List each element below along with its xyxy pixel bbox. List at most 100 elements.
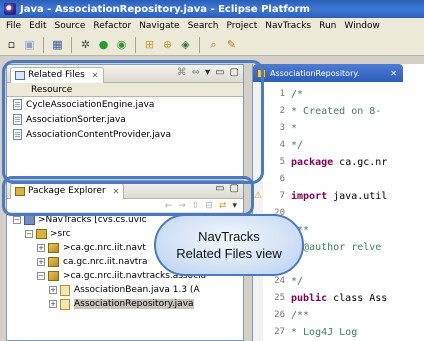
related-files-view-icon: [15, 70, 25, 80]
forward-icon[interactable]: →: [178, 201, 186, 211]
menu-run[interactable]: Run: [315, 21, 340, 31]
collapse-icon[interactable]: ⌘: [177, 67, 187, 78]
code-line[interactable]: 25 public class Ass: [263, 290, 387, 306]
line-number: 7: [279, 191, 285, 201]
search-icon[interactable]: ⌕: [206, 37, 221, 52]
code-line[interactable]: 26 /**: [263, 307, 309, 323]
related-files-tab[interactable]: Related Files ✕: [10, 66, 104, 83]
close-icon[interactable]: ✕: [390, 69, 397, 78]
package-explorer-tab[interactable]: Package Explorer ✕: [10, 182, 125, 199]
file-name: CycleAssociationEngine.java: [26, 99, 155, 110]
list-item[interactable]: CycleAssociationEngine.java: [7, 97, 243, 112]
external-tools-icon[interactable]: ◉: [114, 37, 129, 52]
new-icon[interactable]: ▫: [4, 37, 19, 52]
open-type-icon[interactable]: ◈: [178, 37, 193, 52]
file-icon: [13, 129, 22, 140]
expand-toggle-icon[interactable]: +: [49, 286, 57, 294]
callout-line-2: Related Files view: [176, 246, 282, 261]
menu-navigate[interactable]: Navigate: [135, 21, 183, 31]
code-line[interactable]: 2 * Created on 8-: [263, 103, 382, 119]
run-icon[interactable]: ●: [96, 37, 111, 52]
list-item[interactable]: AssociationSorter.java: [7, 112, 243, 127]
toolbar-separator: [71, 36, 72, 53]
editor-gutter: [253, 82, 263, 341]
pencil-icon[interactable]: ✎: [224, 37, 239, 52]
save-icon[interactable]: ▣: [22, 37, 37, 52]
file-icon: [13, 99, 22, 110]
menu-source[interactable]: Source: [51, 21, 90, 31]
toolbar-separator: [199, 36, 200, 53]
minimize-icon[interactable]: ▭: [215, 67, 224, 78]
close-icon[interactable]: ✕: [92, 71, 99, 80]
package-explorer-tab-label: Package Explorer: [28, 186, 106, 196]
code-text: public class Ass: [291, 292, 388, 304]
maximize-icon[interactable]: ▢: [230, 183, 239, 194]
code-line[interactable]: 5 package ca.gc.nr: [263, 154, 388, 170]
related-files-tab-label: Related Files: [28, 70, 85, 80]
related-files-toolbar: ⌘ ⇔ ▾ ▭ ▢: [177, 67, 239, 78]
expand-toggle-icon[interactable]: +: [37, 244, 45, 252]
tree-row-file-selected[interactable]: + AssociationRepository.java: [7, 297, 243, 311]
java-file-icon: [257, 68, 266, 78]
sync-icon[interactable]: ⇔: [192, 67, 200, 78]
view-menu-icon[interactable]: ▾: [205, 67, 210, 78]
editor-tab-label: AssociationRepository.: [270, 68, 360, 78]
new-package-icon[interactable]: ⊞: [142, 37, 157, 52]
view-menu-icon[interactable]: ▾: [232, 201, 237, 211]
code-line[interactable]: 7 import java.util: [263, 188, 388, 204]
back-icon[interactable]: ←: [165, 201, 173, 211]
collapse-toggle-icon[interactable]: −: [37, 272, 45, 280]
collapse-all-icon[interactable]: ⊟: [205, 201, 213, 211]
menu-window[interactable]: Window: [340, 21, 384, 31]
line-number: 27: [274, 327, 285, 337]
tree-label: >src: [50, 229, 71, 239]
menu-refactor[interactable]: Refactor: [89, 21, 135, 31]
line-number: 6: [279, 174, 285, 184]
package-explorer-toolbar: ← → ⇧ ⊟ ⇄ ▾: [7, 199, 243, 213]
line-number: 2: [279, 106, 285, 116]
code-text: */: [291, 139, 304, 151]
editor-tab[interactable]: AssociationRepository. ✕: [253, 64, 403, 82]
code-line[interactable]: 1 /*: [263, 86, 303, 102]
new-class-icon[interactable]: ⊕: [160, 37, 175, 52]
package-icon: [48, 257, 59, 267]
java-editor[interactable]: AssociationRepository. ✕ 1 /* 2 * Created …: [252, 64, 424, 341]
toolbar-separator: [43, 36, 44, 53]
menu-bar: File Edit Source Refactor Navigate Searc…: [0, 18, 424, 34]
resource-column-header[interactable]: Resource: [7, 83, 243, 97]
maximize-icon[interactable]: ▢: [230, 67, 239, 78]
menu-navtracks[interactable]: NavTracks: [261, 21, 315, 31]
menu-edit[interactable]: Edit: [25, 21, 50, 31]
expand-toggle-icon[interactable]: +: [49, 300, 57, 308]
tree-row-file[interactable]: + AssociationBean.java 1.3 (A: [7, 283, 243, 297]
close-icon[interactable]: ✕: [113, 187, 120, 196]
code-line[interactable]: 27 * Log4J Log: [263, 324, 357, 340]
code-text: /**: [291, 309, 310, 321]
collapse-toggle-icon[interactable]: −: [13, 216, 21, 224]
up-icon[interactable]: ⇧: [192, 201, 200, 211]
minimize-icon[interactable]: ▭: [215, 183, 224, 194]
code-line[interactable]: 3 *: [263, 120, 297, 136]
menu-file[interactable]: File: [2, 21, 25, 31]
list-item[interactable]: AssociationContentProvider.java: [7, 127, 243, 142]
package-explorer-icon: [15, 186, 25, 196]
related-files-header: Related Files ✕ ⌘ ⇔ ▾ ▭ ▢: [7, 65, 243, 83]
code-text: * Log4J Log: [291, 326, 358, 338]
print-icon[interactable]: ▦: [50, 37, 65, 52]
toolbar-separator: [135, 36, 136, 53]
menu-search[interactable]: Search: [184, 21, 223, 31]
file-name: AssociationSorter.java: [26, 114, 126, 125]
warning-icon[interactable]: ⚠: [254, 192, 263, 201]
expand-toggle-icon[interactable]: +: [37, 258, 45, 266]
line-number: 5: [279, 157, 285, 167]
menu-project[interactable]: Project: [222, 21, 261, 31]
source-folder-icon: [36, 229, 47, 239]
line-number: 26: [274, 310, 285, 320]
collapse-toggle-icon[interactable]: −: [25, 230, 33, 238]
debug-icon[interactable]: ✲: [78, 37, 93, 52]
code-line[interactable]: 6: [263, 171, 291, 187]
code-text: /*: [291, 88, 304, 100]
tree-label: >ca.gc.nrc.iit.navt: [63, 243, 146, 253]
link-editor-icon[interactable]: ⇄: [219, 201, 227, 211]
code-line[interactable]: 4 */: [263, 137, 303, 153]
